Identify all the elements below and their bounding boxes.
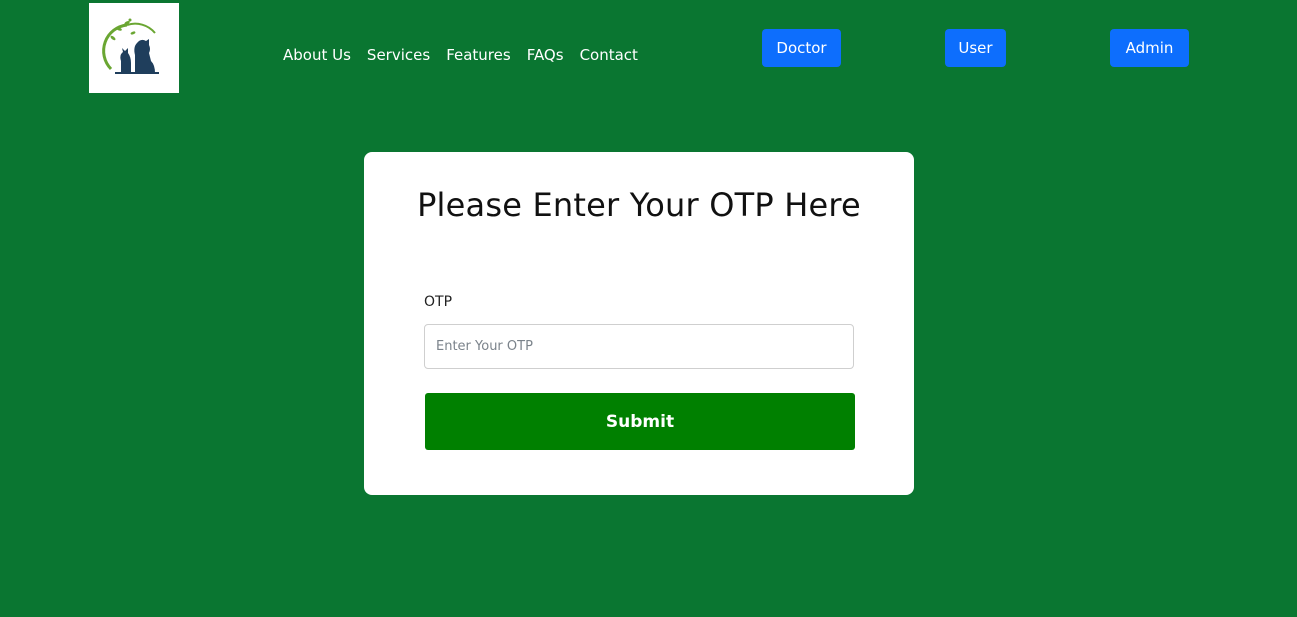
pet-clinic-logo-icon — [102, 18, 159, 74]
nav-link-about-us[interactable]: About Us — [283, 45, 351, 65]
page-title: Please Enter Your OTP Here — [417, 186, 861, 224]
otp-label: OTP — [424, 294, 453, 310]
nav-link-contact[interactable]: Contact — [580, 45, 638, 65]
doctor-button[interactable]: Doctor — [762, 29, 841, 67]
nav-link-faqs[interactable]: FAQs — [527, 45, 564, 65]
site-logo[interactable] — [89, 3, 179, 93]
user-button[interactable]: User — [945, 29, 1006, 67]
otp-input[interactable] — [424, 324, 854, 369]
nav-link-features[interactable]: Features — [446, 45, 511, 65]
nav-link-services[interactable]: Services — [367, 45, 430, 65]
admin-button[interactable]: Admin — [1110, 29, 1189, 67]
submit-button[interactable]: Submit — [425, 393, 855, 450]
main-nav: About Us Services Features FAQs Contact — [283, 45, 638, 65]
otp-card: Please Enter Your OTP Here OTP Submit — [364, 152, 914, 495]
